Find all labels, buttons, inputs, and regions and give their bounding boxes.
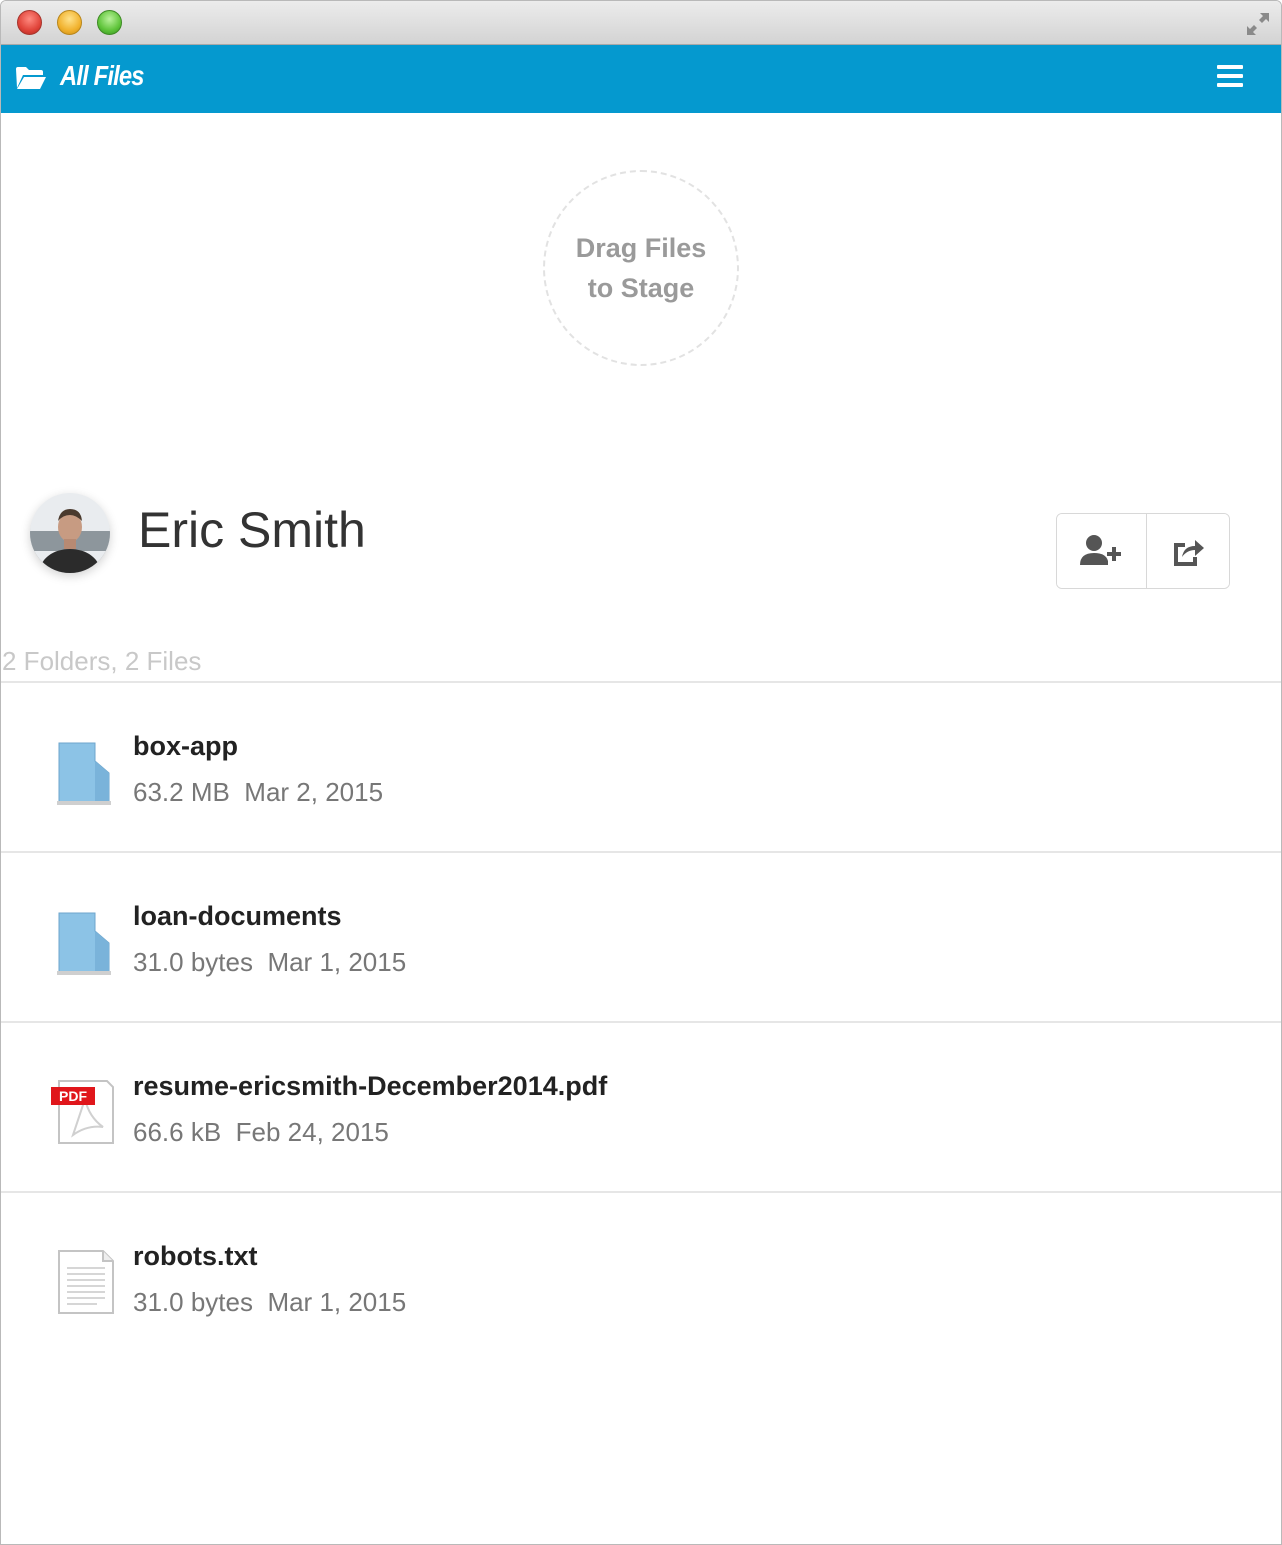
text-file-icon bbox=[58, 1250, 114, 1314]
share-icon bbox=[1173, 540, 1204, 566]
file-list: box-app 63.2 MB Mar 2, 2015 loan-documen… bbox=[1, 681, 1281, 1361]
drop-zone-line-1: Drag Files bbox=[575, 233, 707, 263]
minimize-window-button[interactable] bbox=[57, 10, 82, 35]
file-details: 66.6 kB Feb 24, 2015 bbox=[133, 1117, 389, 1148]
svg-text:PDF: PDF bbox=[59, 1088, 87, 1104]
app-window: All Files Drag Files to Stage Eric Smith bbox=[0, 0, 1282, 1545]
list-item[interactable]: PDF resume-ericsmith-December2014.pdf 66… bbox=[1, 1021, 1281, 1191]
user-photo bbox=[30, 493, 110, 573]
drop-zone-label: Drag Files to Stage bbox=[551, 228, 731, 308]
user-plus-icon bbox=[1080, 535, 1122, 565]
drop-zone-line-2: to Stage bbox=[587, 273, 695, 303]
file-name: box-app bbox=[133, 731, 238, 761]
file-date: Mar 1, 2015 bbox=[267, 947, 407, 977]
avatar bbox=[30, 493, 110, 573]
file-details: 31.0 bytes Mar 1, 2015 bbox=[133, 1287, 406, 1318]
window-titlebar bbox=[1, 1, 1281, 45]
folder-open-icon bbox=[16, 67, 46, 89]
app-header: All Files bbox=[1, 45, 1281, 113]
pdf-file-icon: PDF bbox=[51, 1080, 114, 1144]
drop-zone[interactable]: Drag Files to Stage bbox=[543, 170, 739, 366]
menu-bar-icon bbox=[1217, 83, 1243, 87]
menu-bar-icon bbox=[1217, 74, 1243, 78]
user-name: Eric Smith bbox=[138, 502, 366, 558]
file-size: 31.0 bytes bbox=[133, 947, 253, 977]
file-size: 66.6 kB bbox=[133, 1117, 222, 1147]
user-actions bbox=[1056, 513, 1230, 589]
list-item[interactable]: robots.txt 31.0 bytes Mar 1, 2015 bbox=[1, 1191, 1281, 1361]
menu-bar-icon bbox=[1217, 65, 1243, 69]
hamburger-menu-button[interactable] bbox=[1217, 65, 1243, 89]
file-name: robots.txt bbox=[133, 1241, 258, 1271]
file-date: Feb 24, 2015 bbox=[235, 1117, 389, 1147]
folder-file-count: 2 Folders, 2 Files bbox=[2, 646, 202, 676]
fullscreen-icon[interactable] bbox=[1243, 9, 1273, 39]
page-title: All Files bbox=[60, 60, 144, 91]
file-date: Mar 1, 2015 bbox=[267, 1287, 407, 1317]
file-size: 31.0 bytes bbox=[133, 1287, 253, 1317]
share-button[interactable] bbox=[1145, 514, 1229, 588]
file-details: 31.0 bytes Mar 1, 2015 bbox=[133, 947, 406, 978]
file-size: 63.2 MB bbox=[133, 777, 230, 807]
list-item[interactable]: box-app 63.2 MB Mar 2, 2015 bbox=[1, 681, 1281, 851]
folder-icon bbox=[57, 912, 111, 975]
zoom-window-button[interactable] bbox=[97, 10, 122, 35]
add-user-button[interactable] bbox=[1057, 514, 1146, 588]
file-date: Mar 2, 2015 bbox=[244, 777, 384, 807]
list-item[interactable]: loan-documents 31.0 bytes Mar 1, 2015 bbox=[1, 851, 1281, 1021]
close-window-button[interactable] bbox=[17, 10, 42, 35]
file-details: 63.2 MB Mar 2, 2015 bbox=[133, 777, 383, 808]
folder-icon bbox=[57, 742, 111, 805]
file-name: resume-ericsmith-December2014.pdf bbox=[133, 1071, 608, 1101]
file-name: loan-documents bbox=[133, 901, 342, 931]
